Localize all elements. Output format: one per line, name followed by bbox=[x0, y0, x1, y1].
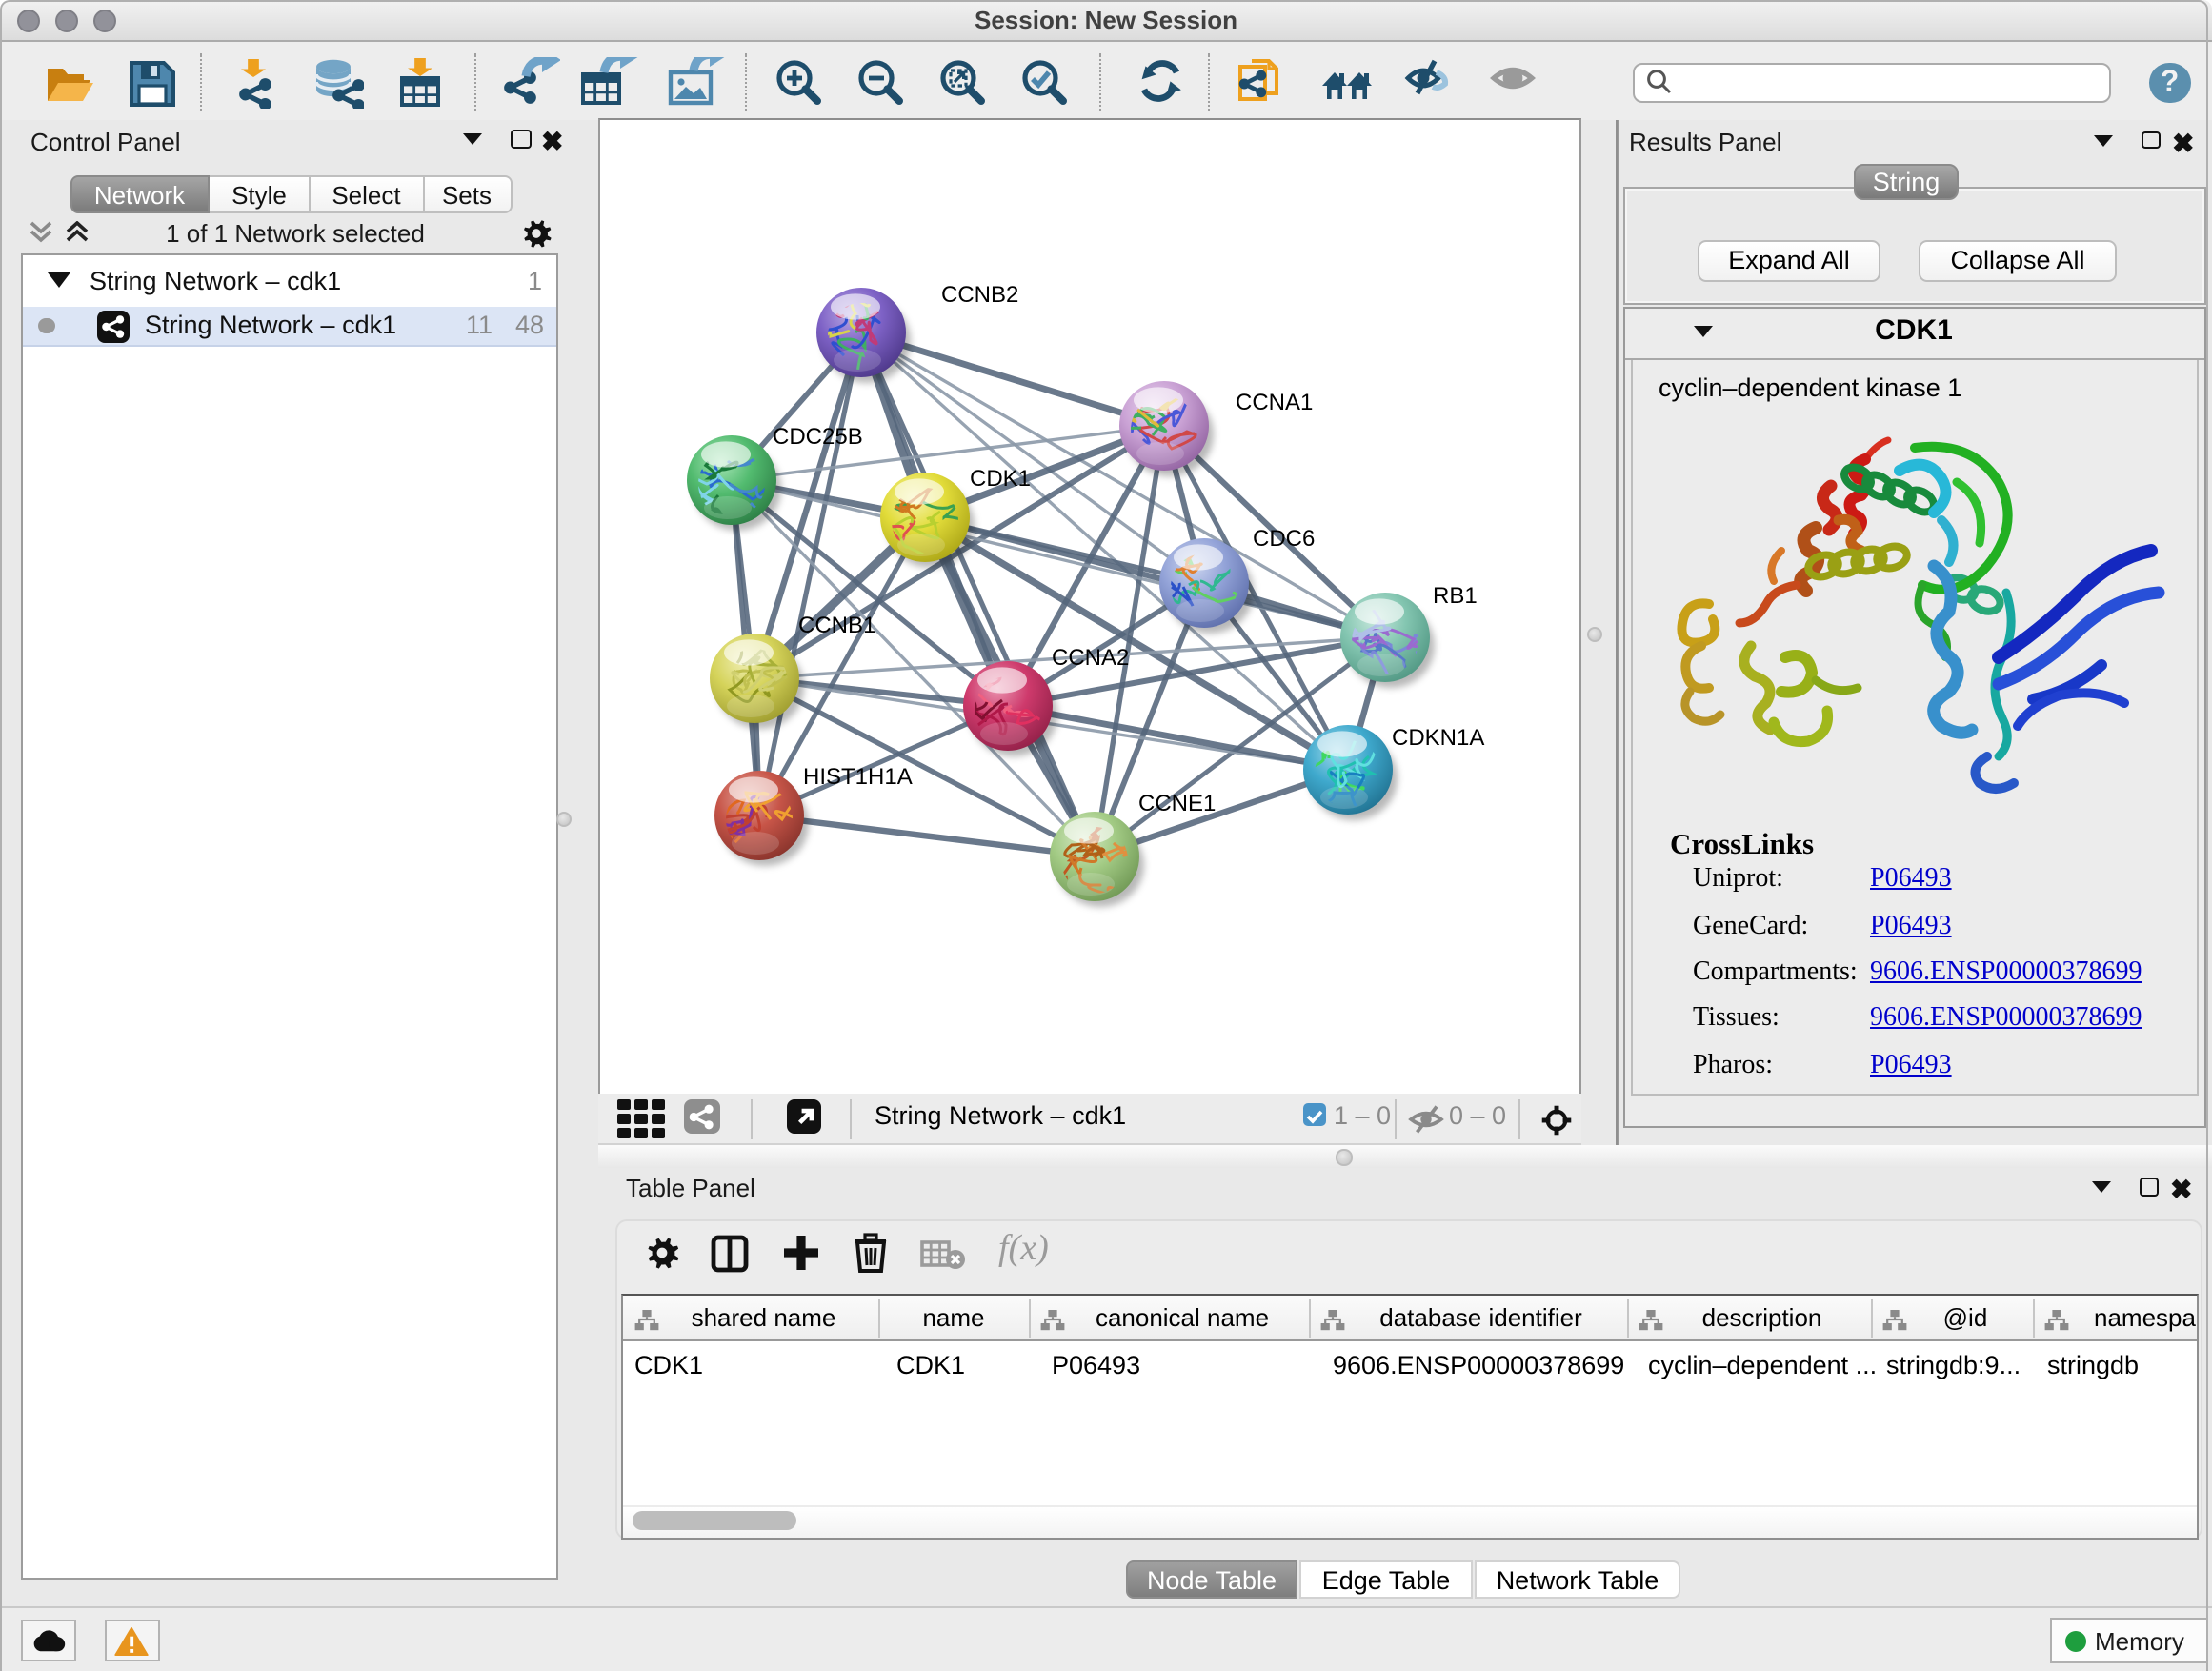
svg-text:CCNB2: CCNB2 bbox=[941, 282, 1018, 308]
svg-text:CDC25B: CDC25B bbox=[773, 424, 863, 450]
svg-text:CDK1: CDK1 bbox=[970, 466, 1031, 492]
svg-text:CCNE1: CCNE1 bbox=[1138, 791, 1216, 816]
svg-text:CCNA2: CCNA2 bbox=[1052, 645, 1129, 671]
svg-text:CDC6: CDC6 bbox=[1253, 526, 1315, 552]
svg-text:CDKN1A: CDKN1A bbox=[1392, 725, 1484, 751]
svg-text:CCNB1: CCNB1 bbox=[798, 613, 875, 638]
svg-text:RB1: RB1 bbox=[1433, 583, 1478, 609]
svg-text:HIST1H1A: HIST1H1A bbox=[803, 764, 913, 790]
svg-text:CCNA1: CCNA1 bbox=[1236, 390, 1313, 415]
